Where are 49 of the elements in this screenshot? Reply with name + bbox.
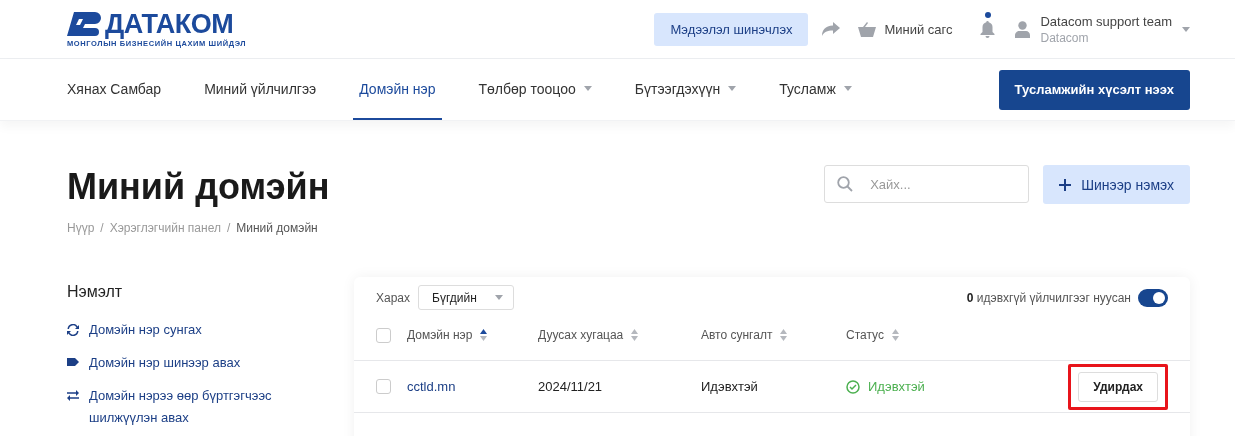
add-new-button[interactable]: Шинээр нэмэх xyxy=(1043,165,1190,204)
domain-link[interactable]: cctld.mn xyxy=(407,379,456,394)
logo-icon xyxy=(67,11,101,36)
nav-tab[interactable]: Домэйн нэр xyxy=(353,59,442,120)
breadcrumb-separator: / xyxy=(226,221,231,235)
select-all-checkbox[interactable] xyxy=(376,327,391,343)
auto-renew-value: Идэвхтэй xyxy=(701,379,758,394)
sidebar-link[interactable]: Домэйн нэрээ өөр бүртгэгчээс шилжүүлэн авах xyxy=(67,385,331,429)
support-request-button[interactable]: Тусламжийн хүсэлт нээх xyxy=(998,69,1190,110)
sidebar-link[interactable]: Домэйн нэр сунгах xyxy=(67,319,202,341)
nav-tab[interactable]: Хянах Самбар xyxy=(67,59,168,120)
status-text: Идэвхтэй xyxy=(868,379,925,394)
sort-icon[interactable] xyxy=(480,329,488,341)
hidden-services-label: 0 идэвхгүй үйлчилгээг нуусан xyxy=(966,290,1131,305)
nav-tab[interactable]: Миний үйлчилгээ xyxy=(198,59,323,120)
caret-icon xyxy=(494,295,503,300)
refresh-icon xyxy=(67,324,79,336)
filter-dropdown[interactable]: Бүгдийн xyxy=(418,285,514,310)
nav-tab[interactable]: Бүтээгдэхүүн xyxy=(628,59,743,120)
column-header[interactable]: Авто сунгалт xyxy=(701,328,773,342)
share-arrow-icon[interactable] xyxy=(822,22,841,36)
column-header[interactable]: Статус xyxy=(846,328,884,342)
cart-button[interactable]: Миний сагс xyxy=(858,21,953,37)
user-menu[interactable]: Datacom support team Datacom xyxy=(1015,13,1190,45)
tag-icon xyxy=(67,357,79,367)
caret-icon xyxy=(1182,26,1190,32)
expiry-date: 2024/11/21 xyxy=(538,379,603,394)
basket-icon xyxy=(858,21,877,37)
sidebar-link[interactable]: Домэйн нэр шинээр авах xyxy=(67,352,241,374)
filter-label: Харах xyxy=(376,290,411,305)
logo-text[interactable]: ДАТАКОМ xyxy=(105,10,234,37)
row-checkbox[interactable] xyxy=(376,379,391,394)
sidebar-title: Нэмэлт xyxy=(67,283,124,301)
page-title: Миний домэйн xyxy=(67,165,330,209)
update-info-button[interactable]: Мэдээлэл шинэчлэх xyxy=(654,12,809,46)
column-header[interactable]: Дуусах хугацаа xyxy=(538,328,624,342)
check-circle-icon xyxy=(846,379,860,394)
column-header[interactable]: Домэйн нэр xyxy=(407,328,473,342)
nav-tab[interactable]: Тусламж xyxy=(773,59,858,120)
nav-tab[interactable]: Төлбөр тооцоо xyxy=(472,59,598,120)
breadcrumb-separator: / xyxy=(100,221,104,235)
exchange-icon xyxy=(67,390,79,401)
manage-button[interactable]: Удирдах xyxy=(1078,371,1158,402)
search-field[interactable]: Хайх... xyxy=(824,165,1030,203)
search-icon xyxy=(837,176,854,192)
user-icon xyxy=(1015,20,1031,38)
plus-icon xyxy=(1059,178,1072,191)
bell-icon[interactable] xyxy=(980,20,996,38)
breadcrumb-current: Миний домэйн xyxy=(236,221,318,235)
